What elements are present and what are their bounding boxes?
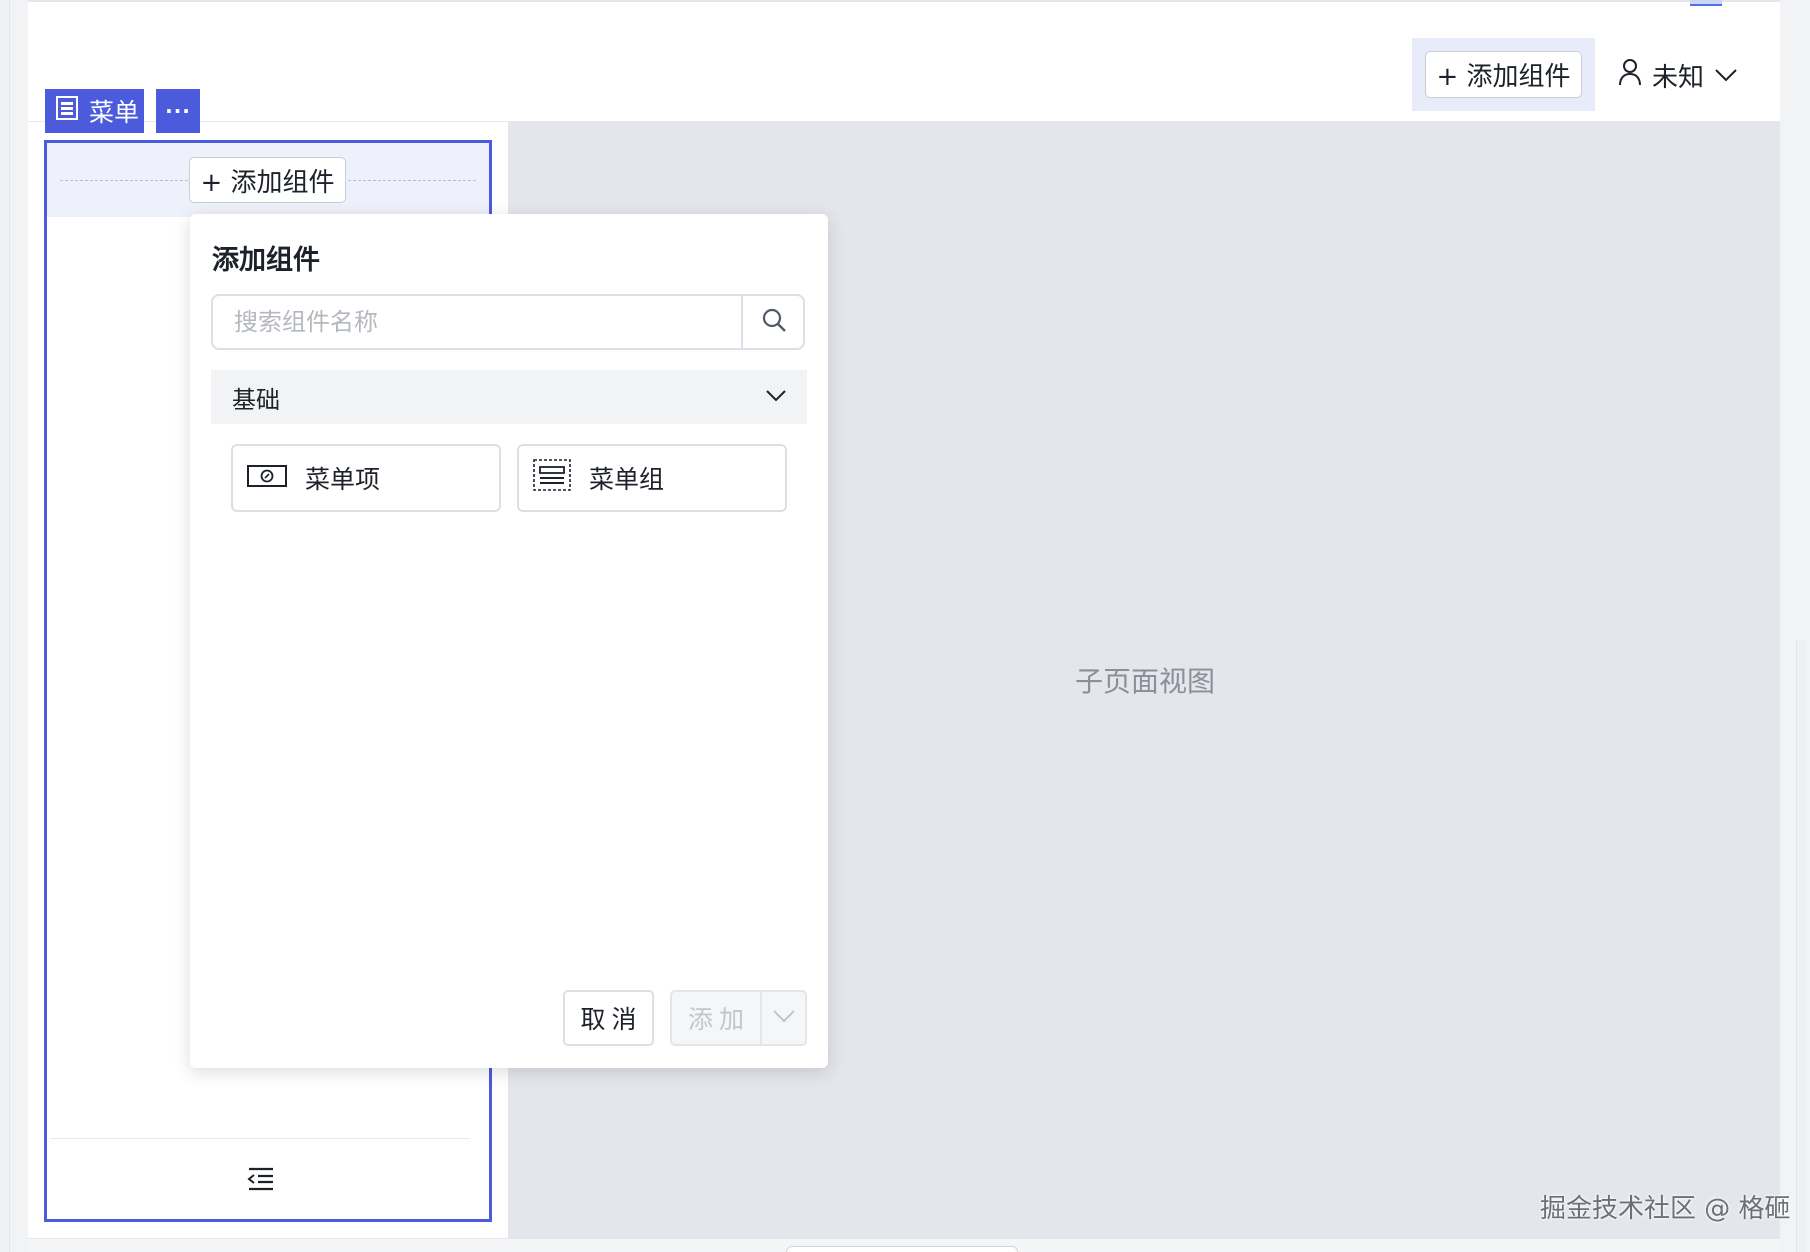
vertical-scrollbar[interactable] [1796,640,1806,1252]
chevron-down-icon [1714,60,1738,90]
watermark: 掘金技术社区 @ 格砸 [1540,1194,1791,1224]
component-menu-item[interactable]: 菜单项 [231,444,501,512]
category-label: 基础 [232,385,280,414]
more-icon: ··· [165,99,191,123]
component-label: 菜单组 [589,465,665,494]
collapse-menu-icon[interactable] [244,1162,278,1196]
user-icon [1618,58,1642,93]
search-input[interactable] [222,298,732,346]
drop-zone-dash-right [348,180,476,181]
chevron-down-icon [772,1008,796,1028]
search-divider [741,296,743,348]
menu-item-icon [247,464,287,493]
subpage-view-label: 子页面视图 [1074,665,1215,698]
chevron-down-icon [765,388,787,407]
search-icon [760,306,788,338]
component-menu-group[interactable]: 菜单组 [517,444,787,512]
header-add-component-button[interactable]: + 添加组件 [1425,51,1582,98]
top-indicator [1690,0,1722,6]
component-label: 菜单项 [305,465,381,494]
menu-footer-divider [50,1138,470,1139]
user-dropdown[interactable]: 未知 [1618,54,1738,96]
add-label: 添加 [687,1005,750,1034]
menu-group-icon [533,459,571,497]
user-name: 未知 [1652,62,1705,93]
cancel-label: 取消 [580,1005,643,1034]
cancel-button[interactable]: 取消 [563,990,654,1046]
menu-component-label: 菜单 [89,98,140,127]
add-button-group: 添加 [670,990,807,1046]
menu-add-component-button[interactable]: + 添加组件 [189,157,346,203]
bottom-resize-handle[interactable] [786,1246,1018,1252]
header-add-component-label: + 添加组件 [1436,62,1571,92]
category-basic-header[interactable]: 基础 [211,370,807,424]
menu-component-tag[interactable]: 菜单 [45,89,144,133]
search-button[interactable] [745,298,803,346]
add-button[interactable]: 添加 [672,992,760,1044]
left-edge-strip [0,0,10,1252]
add-options-dropdown[interactable] [762,992,805,1044]
menu-component-icon [55,95,79,127]
drop-zone-dash-left [60,180,188,181]
menu-add-component-label: + 添加组件 [200,167,335,198]
more-actions-button[interactable]: ··· [156,89,200,133]
popover-title: 添加组件 [212,245,320,276]
